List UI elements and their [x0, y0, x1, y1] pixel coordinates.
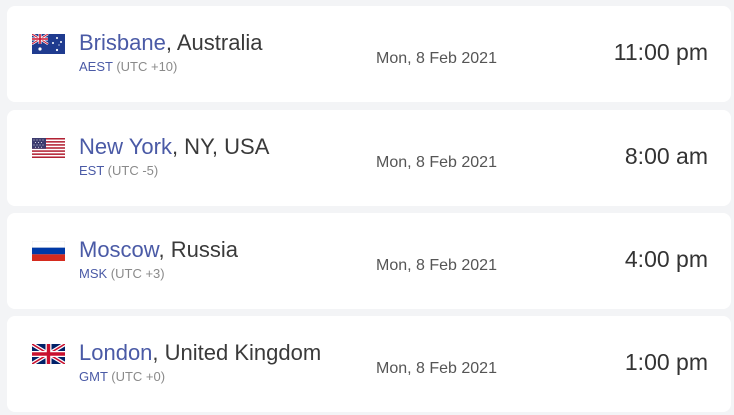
local-time: 8:00 am: [624, 143, 708, 169]
timezone-label: EST (UTC -5): [79, 163, 158, 179]
city-link[interactable]: London: [79, 340, 152, 365]
australia-flag-icon: [32, 34, 65, 54]
timezone-abbr: MSK: [79, 266, 108, 281]
city-link[interactable]: Brisbane: [79, 30, 166, 55]
clock-card-london: London, United Kingdom GMT (UTC +0) Mon,…: [7, 316, 731, 412]
region-label: , NY, USA: [171, 134, 270, 159]
city-link[interactable]: New York: [79, 134, 172, 159]
location-name: Moscow, Russia: [79, 237, 238, 263]
russia-flag-icon: [32, 241, 65, 261]
clock-card-new-york: New York, NY, USA EST (UTC -5) Mon, 8 Fe…: [7, 110, 731, 206]
timezone-offset: (UTC +3): [107, 266, 165, 281]
timezone-abbr: EST: [79, 163, 105, 178]
local-date: Mon, 8 Feb 2021: [376, 360, 497, 377]
timezone-label: MSK (UTC +3): [79, 266, 165, 282]
timezone-offset: (UTC +0): [107, 369, 166, 384]
timezone-label: AEST (UTC +10): [79, 59, 177, 75]
local-date: Mon, 8 Feb 2021: [376, 257, 497, 274]
timezone-abbr: GMT: [79, 369, 108, 384]
clock-card-brisbane: Brisbane, Australia AEST (UTC +10) Mon, …: [7, 6, 731, 102]
world-clock-list: Brisbane, Australia AEST (UTC +10) Mon, …: [0, 0, 734, 415]
uk-flag-icon: [32, 344, 65, 364]
location-name: Brisbane, Australia: [79, 30, 262, 56]
local-time: 4:00 pm: [624, 246, 708, 272]
region-label: , United Kingdom: [152, 340, 322, 365]
local-date: Mon, 8 Feb 2021: [376, 154, 497, 171]
local-time: 1:00 pm: [624, 349, 708, 375]
region-label: , Australia: [165, 30, 263, 55]
timezone-label: GMT (UTC +0): [79, 369, 165, 385]
timezone-abbr: AEST: [79, 59, 113, 74]
local-time: 11:00 pm: [613, 39, 708, 65]
local-date: Mon, 8 Feb 2021: [376, 50, 497, 67]
location-name: London, United Kingdom: [79, 340, 321, 366]
usa-flag-icon: [32, 138, 65, 158]
timezone-offset: (UTC +10): [112, 59, 178, 74]
city-link[interactable]: Moscow: [79, 237, 158, 262]
clock-card-moscow: Moscow, Russia MSK (UTC +3) Mon, 8 Feb 2…: [7, 213, 731, 309]
timezone-offset: (UTC -5): [104, 163, 159, 178]
region-label: , Russia: [158, 237, 238, 262]
location-name: New York, NY, USA: [79, 134, 269, 160]
